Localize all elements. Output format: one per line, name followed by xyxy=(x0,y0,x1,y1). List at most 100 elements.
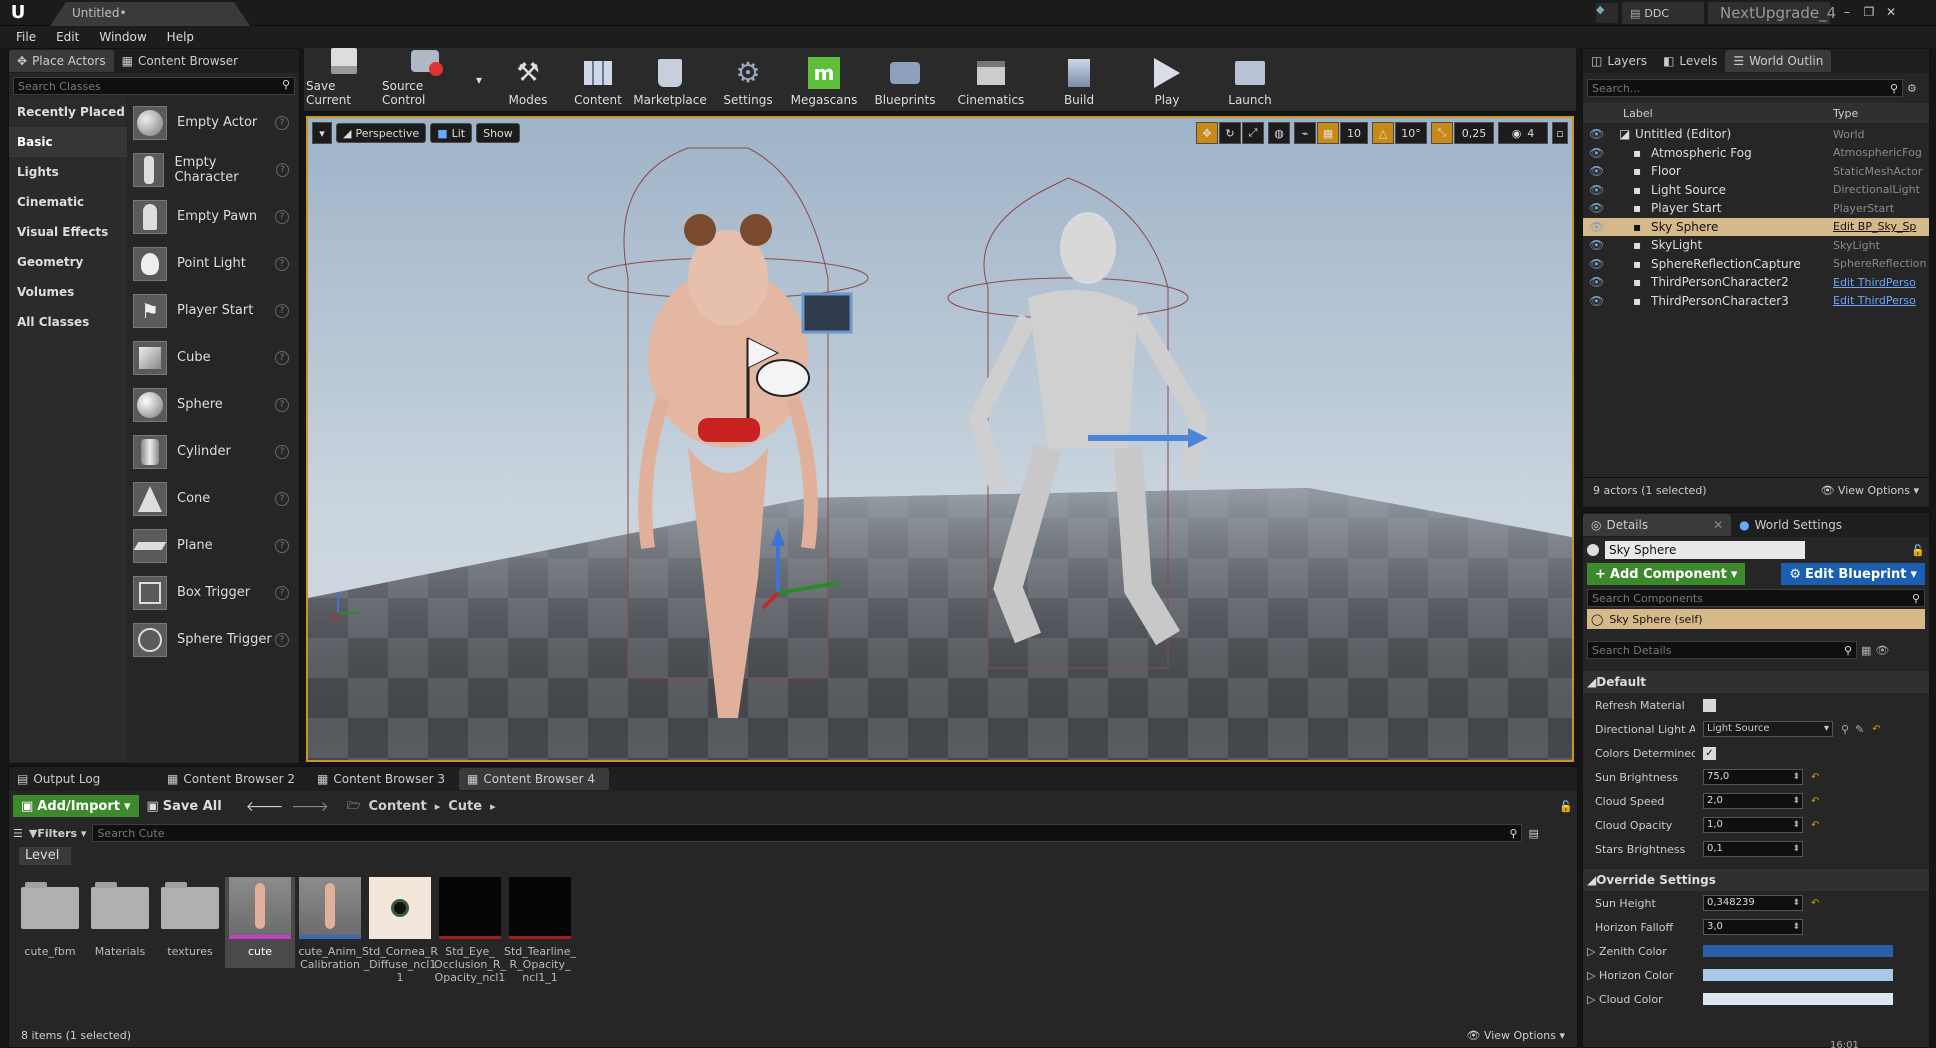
settings-icon[interactable]: ⚙ xyxy=(1907,82,1917,95)
visibility-eye-icon[interactable]: 👁 xyxy=(1589,220,1604,234)
category-lights[interactable]: Lights xyxy=(9,157,127,187)
actor-item[interactable]: Cube? xyxy=(127,334,299,381)
property-name[interactable]: ▷ Zenith Color xyxy=(1583,945,1695,958)
breadcrumb-cute[interactable]: Cute xyxy=(448,799,482,814)
outliner-row[interactable]: 👁 ▪ Floor StaticMeshActor xyxy=(1583,162,1929,181)
build-button[interactable]: Build xyxy=(1034,49,1124,111)
help-icon[interactable]: ? xyxy=(275,632,289,647)
blueprints-button[interactable]: Blueprints xyxy=(862,49,948,111)
help-icon[interactable]: ? xyxy=(275,585,289,600)
tab-content-browser-2[interactable]: ▦ Content Browser 2 xyxy=(159,768,309,790)
actor-item[interactable]: Empty Character? xyxy=(127,146,299,193)
tab-levels[interactable]: ◧ Levels xyxy=(1655,50,1725,72)
ddc-indicator[interactable]: ▤ DDC xyxy=(1622,2,1704,24)
help-icon[interactable]: ? xyxy=(275,350,289,365)
visibility-eye-icon[interactable]: 👁 xyxy=(1589,275,1604,289)
level-viewport[interactable]: ▾ ◢ Perspective ■ Lit Show ✥ ↻ ⤢ ◍ ⌁ ▦ 10 … xyxy=(306,116,1574,762)
picker-icon[interactable]: ✎ xyxy=(1855,723,1864,736)
help-icon[interactable]: ? xyxy=(275,256,289,271)
settings-button[interactable]: ⚙ Settings xyxy=(710,49,786,111)
launch-button[interactable]: Launch xyxy=(1210,49,1290,111)
section-override-header[interactable]: ◢ Override Settings xyxy=(1583,869,1929,891)
actor-item[interactable]: Cone? xyxy=(127,475,299,522)
help-icon[interactable]: ? xyxy=(275,209,289,224)
edit-blueprint-button[interactable]: ⚙ Edit Blueprint ▾ xyxy=(1781,563,1925,585)
outliner-row[interactable]: 👁 ▪ ThirdPersonCharacter3 Edit ThirdPerso xyxy=(1583,292,1929,311)
camera-speed-button[interactable]: ◉ 4 xyxy=(1498,122,1548,144)
content-button[interactable]: Content xyxy=(566,49,630,111)
save-all-button[interactable]: ▣ Save All xyxy=(147,799,222,814)
marketplace-button[interactable]: Marketplace xyxy=(630,49,710,111)
grid-snap-icon[interactable]: ▦ xyxy=(1317,122,1339,144)
reset-to-default-icon[interactable]: ↶ xyxy=(1811,772,1819,783)
lock-icon[interactable]: 🔓 xyxy=(1559,800,1573,813)
scale-snap-icon[interactable]: ⤡ xyxy=(1431,122,1453,144)
reset-to-default-icon[interactable]: ↶ xyxy=(1811,898,1819,909)
property-number-input[interactable]: 75,0 xyxy=(1703,769,1803,785)
outliner-row[interactable]: 👁 ▪ Atmospheric Fog AtmosphericFog xyxy=(1583,144,1929,163)
tab-content-browser-3[interactable]: ▦ Content Browser 3 xyxy=(309,768,459,790)
add-component-button[interactable]: + Add Component ▾ xyxy=(1587,563,1746,585)
asset-item[interactable]: Std_Eye_ Occlusion_R_ Opacity_ncl1 xyxy=(434,877,506,984)
property-number-input[interactable]: 2,0 xyxy=(1703,793,1803,809)
property-select[interactable]: Light Source ▾ xyxy=(1703,721,1833,737)
maximize-icon[interactable]: ❐ xyxy=(1858,2,1880,22)
outliner-row[interactable]: 👁 ▪ ThirdPersonCharacter2 Edit ThirdPerso xyxy=(1583,273,1929,292)
cinematics-button[interactable]: Cinematics xyxy=(948,49,1034,111)
search-details-input[interactable]: Search Details ⚲ xyxy=(1587,641,1857,659)
filter-chip-level[interactable]: Level xyxy=(19,847,71,865)
reset-to-default-icon[interactable]: ↶ xyxy=(1811,796,1819,807)
close-icon[interactable]: ✕ xyxy=(1880,2,1902,22)
help-icon[interactable]: ? xyxy=(275,444,289,459)
sources-toggle-icon[interactable]: ☰ xyxy=(13,827,23,840)
column-label[interactable]: Label xyxy=(1623,107,1653,120)
tab-details[interactable]: ◎ Details ✕ xyxy=(1583,514,1732,536)
actor-item[interactable]: ⚑ Player Start? xyxy=(127,287,299,334)
color-swatch[interactable] xyxy=(1703,945,1893,957)
grid-snap-value[interactable]: 10 xyxy=(1340,122,1368,144)
menu-window[interactable]: Window xyxy=(89,26,156,48)
actor-name-input[interactable]: Sky Sphere xyxy=(1605,541,1805,559)
asset-item[interactable]: cute xyxy=(225,877,295,968)
visibility-eye-icon[interactable]: 👁 xyxy=(1589,294,1604,308)
actor-item[interactable]: Empty Pawn? xyxy=(127,193,299,240)
category-cinematic[interactable]: Cinematic xyxy=(9,187,127,217)
component-self-item[interactable]: ◯ Sky Sphere (self) xyxy=(1587,609,1925,629)
help-icon[interactable]: ? xyxy=(275,538,289,553)
source-control-button[interactable]: Source Control xyxy=(382,49,468,111)
translate-mode-icon[interactable]: ✥ xyxy=(1196,122,1218,144)
play-button[interactable]: Play xyxy=(1124,49,1210,111)
menu-edit[interactable]: Edit xyxy=(46,26,89,48)
document-tab[interactable]: Untitled• xyxy=(50,2,250,26)
breadcrumb-content[interactable]: Content xyxy=(368,799,426,814)
outliner-row[interactable]: 👁 ▪ Sky Sphere Edit BP_Sky_Sp xyxy=(1583,217,1929,236)
actor-item[interactable]: Sphere? xyxy=(127,381,299,428)
tab-content-browser[interactable]: ▦ Content Browser xyxy=(114,50,247,72)
outliner-row[interactable]: 👁 ▪ Light Source DirectionalLight xyxy=(1583,181,1929,200)
view-options-button[interactable]: 👁 View Options ▾ xyxy=(1466,1029,1565,1042)
reset-to-default-icon[interactable]: ↶ xyxy=(1872,724,1880,735)
category-geometry[interactable]: Geometry xyxy=(9,247,127,277)
menu-file[interactable]: File xyxy=(6,26,46,48)
show-button[interactable]: Show xyxy=(476,123,520,143)
color-swatch[interactable] xyxy=(1703,993,1893,1005)
category-basic[interactable]: Basic xyxy=(9,127,127,157)
rotation-snap-icon[interactable]: △ xyxy=(1372,122,1394,144)
folder-item[interactable]: Materials xyxy=(85,877,155,958)
source-control-status-icon[interactable]: ◆ xyxy=(1596,3,1618,23)
asset-item[interactable]: Std_Cornea_R _Diffuse_ncl1 1 xyxy=(362,877,438,984)
modes-button[interactable]: ⚒ Modes xyxy=(490,49,566,111)
help-icon[interactable]: ? xyxy=(275,303,289,318)
help-icon[interactable]: ? xyxy=(275,115,289,130)
actor-item[interactable]: Empty Actor? xyxy=(127,99,299,146)
perspective-button[interactable]: ◢ Perspective xyxy=(336,123,427,143)
content-search-input[interactable]: Search Cute ⚲ xyxy=(92,824,1523,842)
folder-item[interactable]: cute_fbm xyxy=(15,877,85,958)
visibility-eye-icon[interactable]: 👁 xyxy=(1589,164,1604,178)
outliner-search-input[interactable]: Search... ⚲ xyxy=(1587,79,1903,97)
actor-item[interactable]: Box Trigger? xyxy=(127,569,299,616)
world-local-icon[interactable]: ◍ xyxy=(1268,122,1290,144)
source-control-dropdown[interactable]: ▾ xyxy=(468,49,490,111)
outliner-row[interactable]: 👁 ▪ SkyLight SkyLight xyxy=(1583,236,1929,255)
property-name[interactable]: ▷ Cloud Color xyxy=(1583,993,1695,1006)
